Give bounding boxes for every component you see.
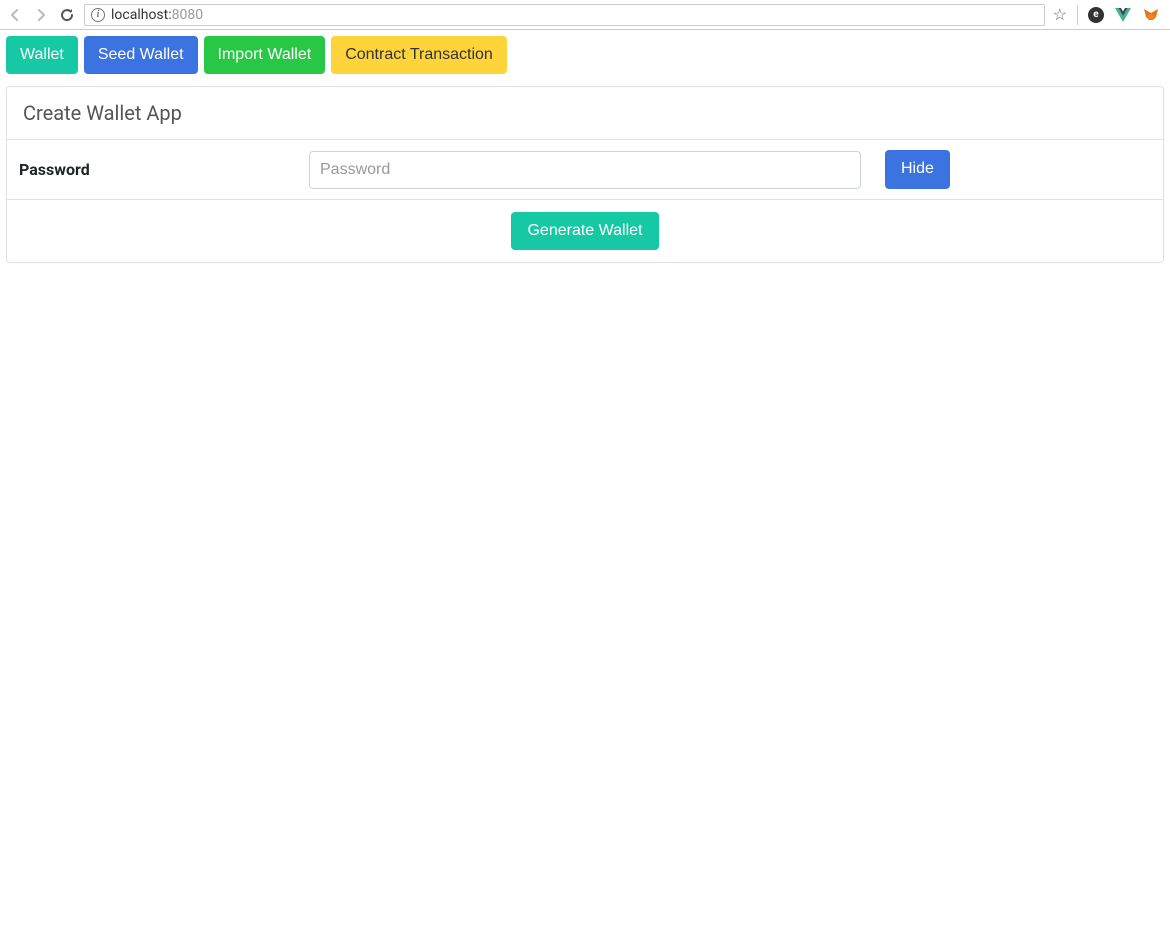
tab-import-wallet[interactable]: Import Wallet	[204, 36, 326, 74]
forward-button[interactable]	[32, 6, 50, 24]
password-label: Password	[19, 160, 309, 179]
browser-actions: ☆ e	[1053, 5, 1164, 25]
create-wallet-card: Create Wallet App Password Hide Generate…	[6, 86, 1164, 263]
vue-devtools-icon[interactable]	[1114, 6, 1132, 24]
back-button[interactable]	[6, 6, 24, 24]
browser-toolbar: i localhost:8080 ☆ e	[0, 0, 1170, 30]
extension-icon-1[interactable]: e	[1088, 7, 1104, 23]
reload-button[interactable]	[58, 6, 76, 24]
divider	[1077, 5, 1078, 25]
tab-seed-wallet[interactable]: Seed Wallet	[84, 36, 198, 74]
tab-contract-transaction[interactable]: Contract Transaction	[331, 36, 507, 74]
card-title: Create Wallet App	[7, 87, 1163, 140]
card-footer: Generate Wallet	[7, 200, 1163, 262]
metamask-icon[interactable]	[1142, 6, 1160, 24]
url-bar[interactable]: i localhost:8080	[84, 4, 1045, 26]
bookmark-star-icon[interactable]: ☆	[1053, 5, 1067, 24]
generate-wallet-button[interactable]: Generate Wallet	[511, 212, 658, 250]
url-text: localhost:8080	[111, 7, 203, 23]
nav-tabs: Wallet Seed Wallet Import Wallet Contrac…	[0, 30, 1170, 80]
tab-wallet[interactable]: Wallet	[6, 36, 78, 74]
password-row: Password Hide	[7, 140, 1163, 199]
password-input[interactable]	[309, 151, 861, 189]
info-icon: i	[91, 8, 105, 22]
hide-button[interactable]: Hide	[885, 150, 950, 188]
